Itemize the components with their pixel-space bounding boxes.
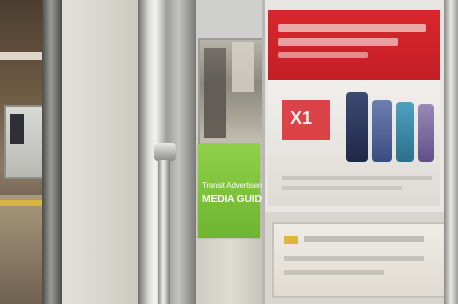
lower-ad-yellow-mark [284,236,298,244]
poster-phone-1 [346,92,368,162]
lower-ad-text-line-1 [304,236,424,242]
poster-fine-print-2 [282,186,402,190]
media-guide-sign: Transit Advertisement MEDIA GUIDE [198,144,275,238]
handrail-pole [158,160,170,304]
poster-model-label: X1 [290,108,313,128]
poster-header-text-line-2 [278,38,398,46]
train-interior-photo: Transit Advertisement MEDIA GUIDE X1 [0,0,458,304]
door-frame-edge [42,0,64,304]
door-window-reflection-dark [204,48,226,138]
poster-phone-4 [418,104,434,162]
interior-wall-panel [62,0,144,304]
lower-ad-text-line-3 [284,270,384,275]
handrail-bracket [154,143,176,161]
right-pillar [444,0,458,304]
lower-ad-text-line-2 [284,256,424,261]
poster-header-text-line-3 [278,52,368,58]
poster-header-text-line-1 [278,24,426,32]
door-window-reflection-light [232,42,254,92]
train-window-dark-pane [10,114,24,144]
sign-title: MEDIA GUIDE [202,193,269,205]
poster-phone-3 [396,102,414,162]
poster-fine-print [282,176,432,180]
platform-ceiling-light [0,52,45,60]
poster-phone-2 [372,100,392,162]
